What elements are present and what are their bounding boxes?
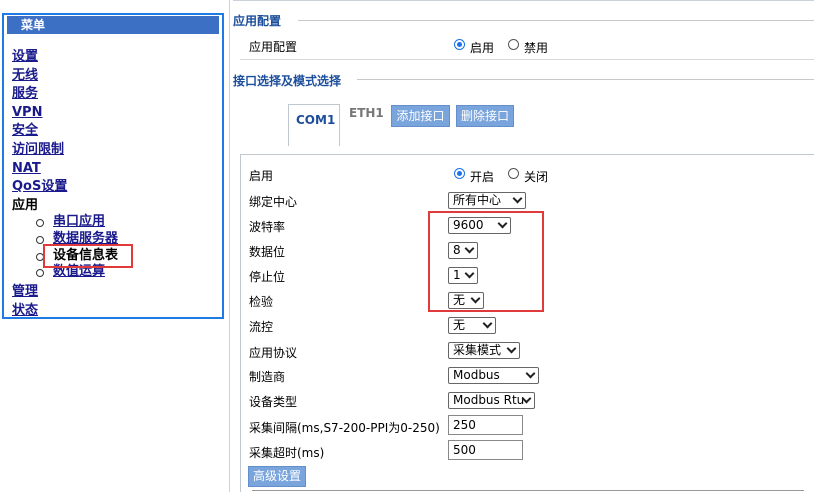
enable-label: 启用 [249, 169, 274, 183]
sidebar-item-wireless[interactable]: 无线 [12, 67, 67, 86]
sidebar-item-nat[interactable]: NAT [12, 160, 67, 179]
sidebar-item-management[interactable]: 管理 [12, 283, 38, 302]
chevron-down-icon [506, 343, 517, 354]
highlight-box-serial-params [428, 211, 544, 312]
app-config-section-title: 应用配置 [233, 14, 282, 28]
device-type-select[interactable]: Modbus Rtu [448, 392, 535, 409]
section-divider [357, 79, 814, 80]
chevron-down-icon [525, 368, 536, 379]
sidebar-link-qos[interactable]: QoS设置 [12, 179, 67, 194]
app-protocol-value: 采集模式 [453, 343, 502, 357]
flow-control-select[interactable]: 无 [448, 317, 496, 334]
bullet-icon [36, 235, 44, 244]
sidebar-item-security[interactable]: 安全 [12, 122, 67, 141]
data-bits-label: 数据位 [249, 245, 286, 259]
sidebar-link-access-limit[interactable]: 访问限制 [12, 142, 64, 157]
device-type-label: 设备类型 [249, 395, 298, 409]
flow-control-label: 流控 [249, 320, 274, 334]
app-protocol-select[interactable]: 采集模式 [448, 342, 520, 359]
enable-on-label: 开启 [470, 170, 495, 184]
stop-bits-label: 停止位 [249, 270, 286, 284]
bind-center-label: 绑定中心 [249, 195, 298, 209]
device-type-value: Modbus Rtu [453, 393, 525, 407]
sidebar-item-settings[interactable]: 设置 [12, 48, 67, 67]
sidebar-link-status[interactable]: 状态 [12, 303, 38, 318]
sidebar-link-settings[interactable]: 设置 [12, 49, 38, 64]
sidebar-item-qos[interactable]: QoS设置 [12, 178, 67, 197]
advanced-settings-button[interactable]: 高级设置 [248, 466, 306, 487]
interface-panel [240, 154, 814, 492]
manufacturer-label: 制造商 [249, 370, 286, 384]
chevron-down-icon [512, 193, 523, 204]
sidebar-link-wireless[interactable]: 无线 [12, 68, 38, 83]
bullet-icon [36, 269, 44, 278]
app-config-enable-radio[interactable] [454, 39, 465, 50]
sidebar-link-vpn[interactable]: VPN [12, 105, 42, 120]
tab-com1[interactable]: COM1 [296, 113, 335, 127]
sidebar-item-vpn[interactable]: VPN [12, 104, 67, 123]
app-config-enable-label: 启用 [470, 41, 495, 55]
collect-timeout-label: 采集超时(ms) [249, 446, 325, 460]
app-protocol-label: 应用协议 [249, 346, 298, 360]
sidebar-item-status[interactable]: 状态 [12, 302, 38, 321]
parity-label: 检验 [249, 295, 274, 309]
flow-control-value: 无 [453, 318, 466, 332]
enable-off-radio[interactable] [508, 168, 519, 179]
bullet-icon [36, 219, 44, 227]
manufacturer-select[interactable]: Modbus [448, 367, 539, 384]
delete-interface-button[interactable]: 删除接口 [456, 105, 514, 127]
sidebar-link-services[interactable]: 服务 [12, 86, 38, 101]
tab-eth1[interactable]: ETH1 [349, 106, 384, 120]
section-divider [240, 59, 814, 60]
app-config-disable-label: 禁用 [524, 41, 549, 55]
baud-rate-label: 波特率 [249, 220, 286, 234]
sidebar-divider [229, 0, 230, 492]
subnav-link-serial-app[interactable]: 串口应用 [53, 214, 105, 229]
sidebar-nav-bottom: 管理 状态 [12, 283, 38, 320]
sidebar-label-application: 应用 [12, 197, 39, 213]
manufacturer-value: Modbus [453, 368, 500, 382]
interface-section-title: 接口选择及模式选择 [233, 74, 342, 88]
sidebar-nav: 设置 无线 服务 VPN 安全 访问限制 NAT QoS设置 应用 [12, 48, 67, 215]
bind-center-value: 所有中心 [453, 193, 502, 207]
sidebar-item-application: 应用 [12, 197, 67, 216]
collect-interval-input[interactable]: 250 [448, 415, 523, 435]
collect-interval-label: 采集间隔(ms,S7-200-PPI为0-250) [249, 421, 440, 435]
add-interface-button[interactable]: 添加接口 [391, 105, 450, 127]
chevron-down-icon [482, 318, 493, 329]
collect-timeout-input[interactable]: 500 [448, 440, 523, 460]
enable-off-label: 关闭 [524, 170, 549, 184]
menu-header: 菜单 [7, 16, 219, 34]
section-divider [298, 20, 814, 21]
app-config-disable-radio[interactable] [508, 39, 519, 50]
sidebar-item-services[interactable]: 服务 [12, 85, 67, 104]
app-config-label: 应用配置 [249, 40, 298, 54]
subnav-item-serial-app[interactable]: 串口应用 [36, 214, 118, 231]
sidebar-link-nat[interactable]: NAT [12, 161, 41, 176]
enable-on-radio[interactable] [454, 168, 465, 179]
sidebar-link-security[interactable]: 安全 [12, 123, 38, 138]
sidebar-link-management[interactable]: 管理 [12, 284, 38, 299]
bind-center-select[interactable]: 所有中心 [448, 192, 526, 209]
top-divider [233, 0, 814, 1]
highlight-box-device-info [43, 244, 133, 268]
panel-bottom-rule [252, 490, 804, 491]
sidebar-item-access-limit[interactable]: 访问限制 [12, 141, 67, 160]
